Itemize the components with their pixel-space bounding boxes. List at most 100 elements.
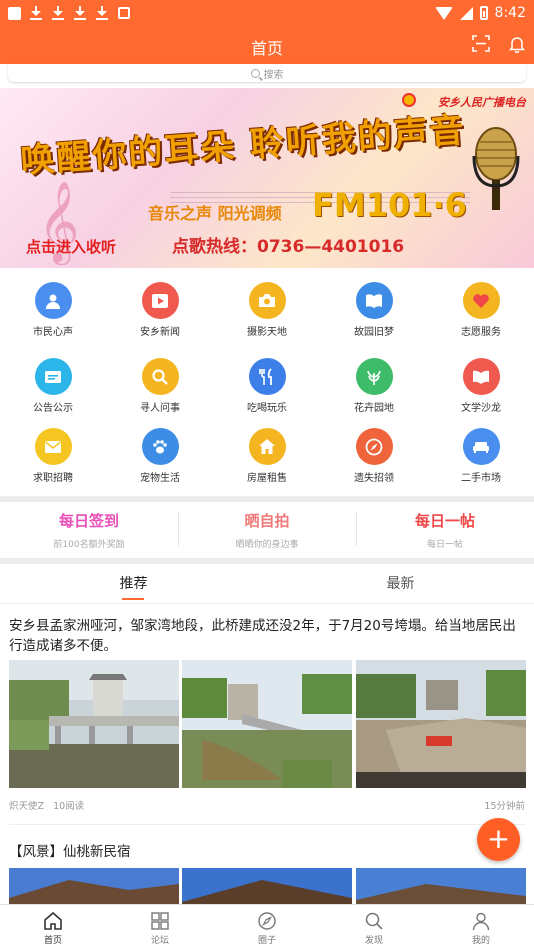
nav-label: 论坛 (150, 936, 169, 946)
sofa-icon (462, 428, 500, 465)
post-divider (9, 824, 525, 825)
action-subtitle: 晒晒你的身边事 (235, 540, 299, 550)
post-image[interactable] (356, 660, 526, 788)
grid-item-label: 安乡新闻 (140, 327, 180, 338)
battery-icon (479, 6, 488, 20)
post-image[interactable] (356, 868, 526, 904)
grid-item-garden[interactable]: 花卉园地 (321, 358, 427, 414)
active-tab-indicator (122, 598, 144, 600)
action-subtitle: 前100名额外奖励 (53, 540, 125, 550)
post-image[interactable] (9, 868, 179, 904)
post-image[interactable] (182, 660, 352, 788)
nav-label: 我的 (471, 936, 490, 946)
banner-headline: 唤醒你的耳朵 聆听我的声音 (19, 110, 467, 182)
banner-frequency: FM101·6 (312, 186, 467, 224)
grid-item-label: 市民心声 (33, 327, 73, 338)
radio-banner[interactable]: 𝄞 安乡人民广播电台 唤醒你的耳朵 聆听我的声音 音乐之声 阳光调频 FM101… (0, 88, 534, 268)
grid-item-housing[interactable]: 房屋租售 (214, 428, 320, 484)
search-icon (141, 358, 179, 395)
search-icon (365, 912, 383, 930)
search-input[interactable]: 搜索 (8, 64, 526, 82)
grid-item-jobs[interactable]: 求职招聘 (0, 428, 106, 484)
add-post-button[interactable]: + (477, 818, 520, 861)
scan-icon[interactable] (472, 35, 490, 52)
microphone-icon (472, 127, 520, 210)
banner-subline: 音乐之声 阳光调频 (148, 204, 282, 223)
post-title[interactable]: 安乡县孟家洲哑河，邹家湾地段，此桥建成还没2年，于7月20号垮塌。给当地居民出行… (9, 616, 527, 656)
nav-forum[interactable]: 论坛 (107, 911, 213, 946)
app-header: 首页 (0, 26, 534, 64)
post-meta: 炽天使Z 10阅读 (9, 798, 84, 812)
grid-item-anxiang-news[interactable]: 安乡新闻 (107, 282, 213, 338)
mail-icon (34, 428, 72, 465)
grid-item-label: 房屋租售 (247, 473, 287, 484)
post-image[interactable] (9, 660, 179, 788)
download-icon (30, 6, 42, 20)
image-icon (118, 7, 130, 19)
fork-knife-icon (248, 358, 286, 395)
banner-hotline: 点歌热线：0736—4401016 (172, 237, 405, 257)
heart-hands-icon (462, 282, 500, 319)
grid-item-label: 宠物生活 (140, 473, 180, 484)
daily-post-button[interactable]: 每日一帖 每日一帖 (356, 510, 534, 550)
action-title: 每日一帖 (414, 512, 475, 530)
feed-tabs: 推荐 最新 (0, 564, 534, 604)
action-subtitle: 每日一帖 (426, 540, 463, 550)
grid-item-label: 志愿服务 (461, 327, 501, 338)
nav-profile[interactable]: 我的 (428, 911, 534, 946)
home-icon (44, 911, 62, 930)
download-icon (96, 6, 108, 20)
grid-item-volunteer[interactable]: 志愿服务 (428, 282, 534, 338)
grid-item-label: 故园旧梦 (354, 327, 394, 338)
grid-item-food-fun[interactable]: 吃喝玩乐 (214, 358, 320, 414)
grid-item-photography[interactable]: 摄影天地 (214, 282, 320, 338)
grid-item-announcements[interactable]: 公告公示 (0, 358, 106, 414)
nav-home[interactable]: 首页 (0, 911, 106, 946)
grid-item-second-hand[interactable]: 二手市场 (428, 428, 534, 484)
grid-item-label: 寻人问事 (140, 403, 180, 414)
notification-icon (8, 6, 21, 20)
nav-label: 发现 (364, 936, 383, 946)
grid-item-label: 求职招聘 (33, 473, 73, 484)
download-icon (74, 6, 86, 20)
signal-icon (459, 6, 473, 20)
user-icon (472, 912, 490, 931)
user-icon (34, 282, 72, 319)
grid-item-missing-persons[interactable]: 寻人问事 (107, 358, 213, 414)
announcement-icon (34, 358, 72, 395)
nav-discover[interactable]: 发现 (321, 911, 427, 946)
bell-icon[interactable] (509, 35, 525, 53)
post-reads: 10阅读 (53, 801, 85, 812)
grid-item-label: 吃喝玩乐 (247, 403, 287, 414)
grid-item-literature[interactable]: 文学沙龙 (428, 358, 534, 414)
post-title[interactable]: 【风景】仙桃新民宿 (9, 840, 131, 860)
search-placeholder: 搜索 (263, 69, 284, 81)
action-title: 每日签到 (58, 512, 119, 530)
post-image[interactable] (182, 868, 352, 904)
tab-latest[interactable]: 最新 (267, 573, 534, 593)
open-book-icon (462, 358, 500, 395)
nav-circles[interactable]: 圈子 (214, 911, 320, 946)
grid-item-old-dreams[interactable]: 故园旧梦 (321, 282, 427, 338)
book-icon (355, 282, 393, 319)
station-logo (402, 93, 416, 107)
banner-listen-cta[interactable]: 点击进入收听 (26, 236, 116, 257)
grid-icon (151, 912, 169, 930)
wifi-icon (434, 6, 453, 20)
compass-icon (355, 428, 393, 465)
download-icon (52, 6, 64, 20)
daily-checkin-button[interactable]: 每日签到 前100名额外奖励 (0, 510, 178, 550)
grid-item-lost-found[interactable]: 遗失招领 (321, 428, 427, 484)
grid-item-pets[interactable]: 宠物生活 (107, 428, 213, 484)
action-title: 晒自拍 (244, 512, 290, 530)
selfie-button[interactable]: 晒自拍 晒晒你的身边事 (178, 510, 356, 550)
grid-item-citizen-voice[interactable]: 市民心声 (0, 282, 106, 338)
bottom-nav: 首页 论坛 圈子 发现 我的 (0, 904, 534, 950)
nav-label: 圈子 (257, 936, 276, 946)
tab-recommended[interactable]: 推荐 (0, 573, 267, 593)
grid-item-label: 文学沙龙 (461, 403, 501, 414)
quick-actions: 每日签到 前100名额外奖励 晒自拍 晒晒你的身边事 每日一帖 每日一帖 (0, 502, 534, 558)
post-author[interactable]: 炽天使Z (9, 801, 44, 812)
status-bar: 8:42 (0, 0, 534, 26)
page-title: 首页 (250, 39, 283, 58)
